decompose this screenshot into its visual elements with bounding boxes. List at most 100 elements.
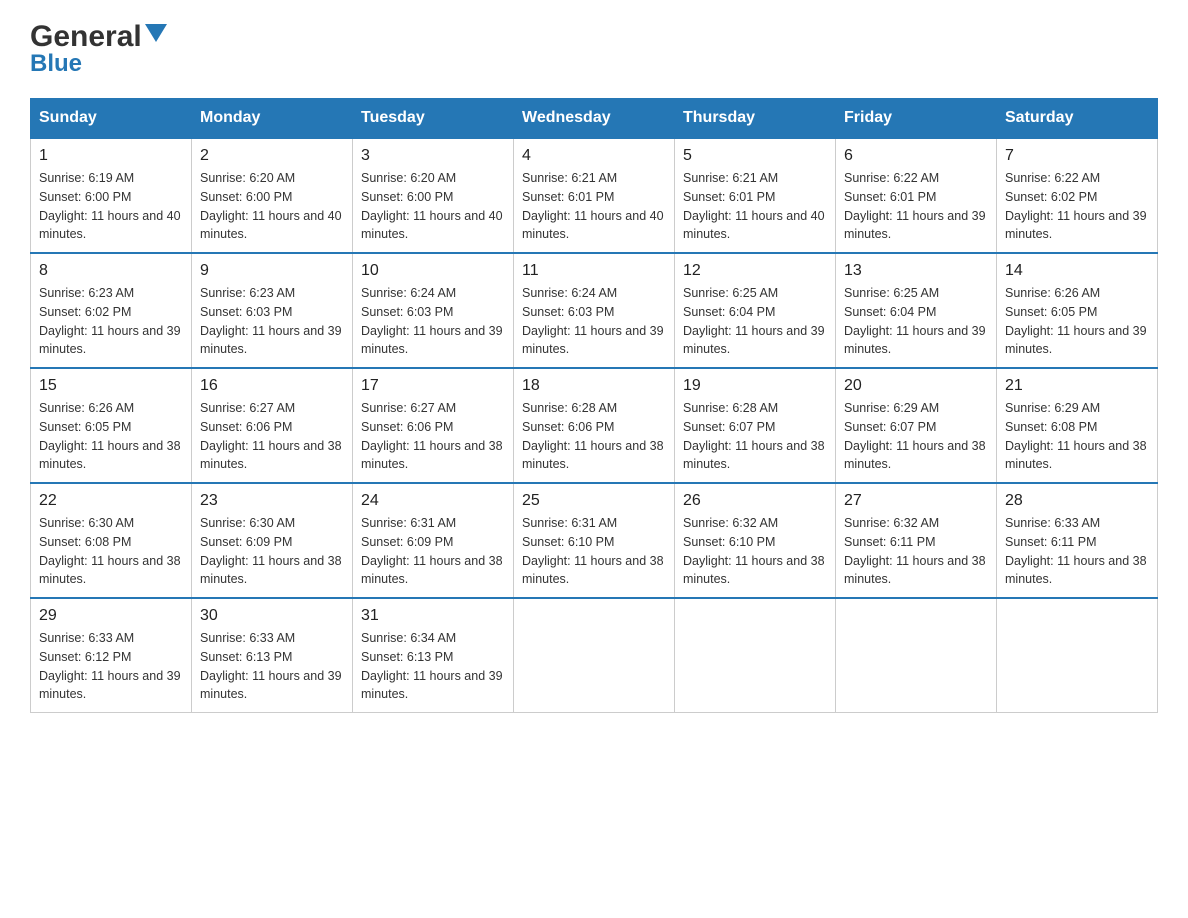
day-number: 3 [361, 147, 505, 165]
day-number: 1 [39, 147, 183, 165]
day-number: 25 [522, 492, 666, 510]
day-number: 16 [200, 377, 344, 395]
day-info: Sunrise: 6:30 AMSunset: 6:09 PMDaylight:… [200, 514, 344, 589]
weekday-header-saturday: Saturday [997, 99, 1158, 139]
empty-cell [675, 598, 836, 713]
day-cell-6: 6 Sunrise: 6:22 AMSunset: 6:01 PMDaylight… [836, 138, 997, 253]
day-number: 19 [683, 377, 827, 395]
day-number: 12 [683, 262, 827, 280]
day-info: Sunrise: 6:23 AMSunset: 6:03 PMDaylight:… [200, 284, 344, 359]
day-number: 27 [844, 492, 988, 510]
weekday-header-monday: Monday [192, 99, 353, 139]
weekday-header-sunday: Sunday [31, 99, 192, 139]
day-number: 26 [683, 492, 827, 510]
day-cell-29: 29Sunrise: 6:33 AMSunset: 6:12 PMDayligh… [31, 598, 192, 713]
day-number: 14 [1005, 262, 1149, 280]
day-info: Sunrise: 6:26 AMSunset: 6:05 PMDaylight:… [39, 399, 183, 474]
day-info: Sunrise: 6:22 AMSunset: 6:01 PMDaylight:… [844, 169, 988, 244]
day-cell-30: 30Sunrise: 6:33 AMSunset: 6:13 PMDayligh… [192, 598, 353, 713]
day-info: Sunrise: 6:25 AMSunset: 6:04 PMDaylight:… [844, 284, 988, 359]
day-cell-3: 3Sunrise: 6:20 AMSunset: 6:00 PMDaylight… [353, 138, 514, 253]
logo-triangle-icon [145, 24, 167, 47]
day-cell-2: 2Sunrise: 6:20 AMSunset: 6:00 PMDaylight… [192, 138, 353, 253]
day-info: Sunrise: 6:31 AMSunset: 6:10 PMDaylight:… [522, 514, 666, 589]
day-number: 21 [1005, 377, 1149, 395]
day-info: Sunrise: 6:32 AMSunset: 6:11 PMDaylight:… [844, 514, 988, 589]
weekday-header-tuesday: Tuesday [353, 99, 514, 139]
day-cell-18: 18 Sunrise: 6:28 AMSunset: 6:06 PMDayligh… [514, 368, 675, 483]
day-number: 24 [361, 492, 505, 510]
logo-blue-text: Blue [30, 50, 82, 78]
day-cell-4: 4 Sunrise: 6:21 AMSunset: 6:01 PMDaylight… [514, 138, 675, 253]
day-info: Sunrise: 6:21 AMSunset: 6:01 PMDaylight:… [522, 169, 666, 244]
weekday-header-friday: Friday [836, 99, 997, 139]
logo: General Blue [30, 20, 167, 78]
day-number: 28 [1005, 492, 1149, 510]
day-cell-5: 5 Sunrise: 6:21 AMSunset: 6:01 PMDaylight… [675, 138, 836, 253]
empty-cell [997, 598, 1158, 713]
day-number: 13 [844, 262, 988, 280]
day-info: Sunrise: 6:33 AMSunset: 6:11 PMDaylight:… [1005, 514, 1149, 589]
day-cell-17: 17Sunrise: 6:27 AMSunset: 6:06 PMDayligh… [353, 368, 514, 483]
day-info: Sunrise: 6:29 AMSunset: 6:08 PMDaylight:… [1005, 399, 1149, 474]
day-number: 23 [200, 492, 344, 510]
day-number: 15 [39, 377, 183, 395]
day-cell-22: 22 Sunrise: 6:30 AMSunset: 6:08 PMDayligh… [31, 483, 192, 598]
day-number: 11 [522, 262, 666, 280]
day-cell-25: 25 Sunrise: 6:31 AMSunset: 6:10 PMDayligh… [514, 483, 675, 598]
day-info: Sunrise: 6:25 AMSunset: 6:04 PMDaylight:… [683, 284, 827, 359]
day-info: Sunrise: 6:31 AMSunset: 6:09 PMDaylight:… [361, 514, 505, 589]
day-cell-31: 31 Sunrise: 6:34 AMSunset: 6:13 PMDayligh… [353, 598, 514, 713]
day-info: Sunrise: 6:24 AMSunset: 6:03 PMDaylight:… [522, 284, 666, 359]
day-cell-24: 24 Sunrise: 6:31 AMSunset: 6:09 PMDayligh… [353, 483, 514, 598]
day-cell-26: 26 Sunrise: 6:32 AMSunset: 6:10 PMDayligh… [675, 483, 836, 598]
day-number: 4 [522, 147, 666, 165]
day-info: Sunrise: 6:19 AMSunset: 6:00 PMDaylight:… [39, 169, 183, 244]
day-info: Sunrise: 6:32 AMSunset: 6:10 PMDaylight:… [683, 514, 827, 589]
week-row-3: 15 Sunrise: 6:26 AMSunset: 6:05 PMDayligh… [31, 368, 1158, 483]
day-cell-7: 7 Sunrise: 6:22 AMSunset: 6:02 PMDaylight… [997, 138, 1158, 253]
calendar-table: SundayMondayTuesdayWednesdayThursdayFrid… [30, 98, 1158, 713]
day-info: Sunrise: 6:30 AMSunset: 6:08 PMDaylight:… [39, 514, 183, 589]
day-number: 9 [200, 262, 344, 280]
day-cell-28: 28 Sunrise: 6:33 AMSunset: 6:11 PMDayligh… [997, 483, 1158, 598]
day-info: Sunrise: 6:34 AMSunset: 6:13 PMDaylight:… [361, 629, 505, 704]
week-row-4: 22 Sunrise: 6:30 AMSunset: 6:08 PMDayligh… [31, 483, 1158, 598]
logo-general-text: General [30, 20, 142, 54]
empty-cell [514, 598, 675, 713]
day-cell-15: 15 Sunrise: 6:26 AMSunset: 6:05 PMDayligh… [31, 368, 192, 483]
day-cell-20: 20 Sunrise: 6:29 AMSunset: 6:07 PMDayligh… [836, 368, 997, 483]
day-info: Sunrise: 6:26 AMSunset: 6:05 PMDaylight:… [1005, 284, 1149, 359]
day-number: 31 [361, 607, 505, 625]
day-info: Sunrise: 6:21 AMSunset: 6:01 PMDaylight:… [683, 169, 827, 244]
day-info: Sunrise: 6:22 AMSunset: 6:02 PMDaylight:… [1005, 169, 1149, 244]
day-number: 6 [844, 147, 988, 165]
day-cell-14: 14 Sunrise: 6:26 AMSunset: 6:05 PMDayligh… [997, 253, 1158, 368]
day-number: 7 [1005, 147, 1149, 165]
weekday-header-wednesday: Wednesday [514, 99, 675, 139]
day-info: Sunrise: 6:29 AMSunset: 6:07 PMDaylight:… [844, 399, 988, 474]
day-info: Sunrise: 6:24 AMSunset: 6:03 PMDaylight:… [361, 284, 505, 359]
day-number: 5 [683, 147, 827, 165]
page-header: General Blue [30, 20, 1158, 78]
weekday-header-thursday: Thursday [675, 99, 836, 139]
week-row-2: 8Sunrise: 6:23 AMSunset: 6:02 PMDaylight… [31, 253, 1158, 368]
day-number: 10 [361, 262, 505, 280]
day-cell-27: 27 Sunrise: 6:32 AMSunset: 6:11 PMDayligh… [836, 483, 997, 598]
day-cell-1: 1 Sunrise: 6:19 AMSunset: 6:00 PMDaylight… [31, 138, 192, 253]
weekday-header-row: SundayMondayTuesdayWednesdayThursdayFrid… [31, 99, 1158, 139]
day-info: Sunrise: 6:27 AMSunset: 6:06 PMDaylight:… [200, 399, 344, 474]
day-number: 8 [39, 262, 183, 280]
day-cell-10: 10 Sunrise: 6:24 AMSunset: 6:03 PMDayligh… [353, 253, 514, 368]
day-number: 22 [39, 492, 183, 510]
day-number: 30 [200, 607, 344, 625]
day-cell-21: 21 Sunrise: 6:29 AMSunset: 6:08 PMDayligh… [997, 368, 1158, 483]
day-number: 17 [361, 377, 505, 395]
day-number: 18 [522, 377, 666, 395]
day-info: Sunrise: 6:20 AMSunset: 6:00 PMDaylight:… [200, 169, 344, 244]
day-number: 20 [844, 377, 988, 395]
day-cell-12: 12 Sunrise: 6:25 AMSunset: 6:04 PMDayligh… [675, 253, 836, 368]
day-info: Sunrise: 6:28 AMSunset: 6:06 PMDaylight:… [522, 399, 666, 474]
day-number: 29 [39, 607, 183, 625]
day-cell-13: 13 Sunrise: 6:25 AMSunset: 6:04 PMDayligh… [836, 253, 997, 368]
